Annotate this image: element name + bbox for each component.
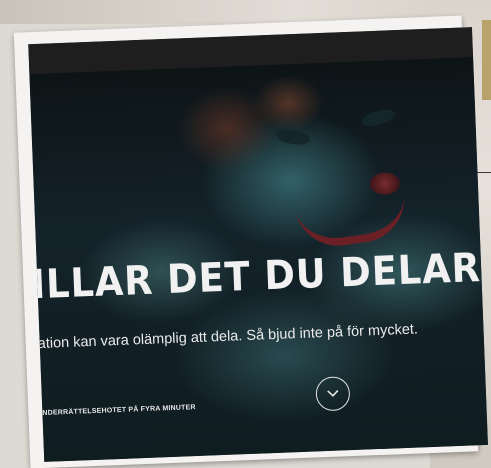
chevron-down-icon — [327, 390, 339, 397]
background-object — [482, 20, 491, 100]
printed-photo: ILLAR DET DU DELAR ation kan vara olämpl… — [13, 15, 488, 468]
screen: ILLAR DET DU DELAR ation kan vara olämpl… — [28, 27, 488, 462]
